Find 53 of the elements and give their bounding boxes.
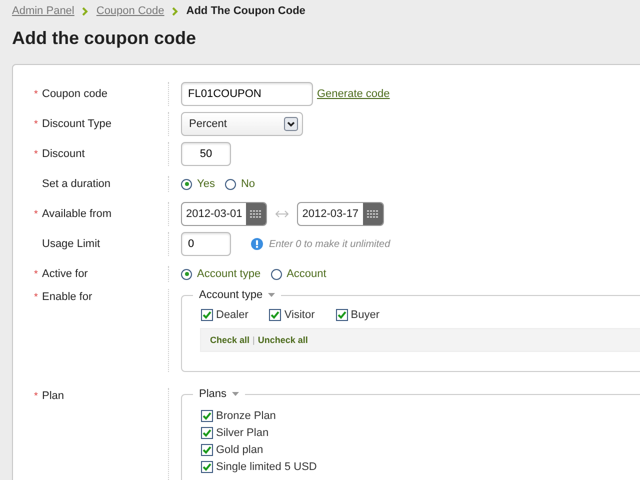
usage-limit-field[interactable]: 0 [181, 232, 231, 256]
bulk-action-link[interactable]: Check all [210, 335, 250, 345]
breadcrumb-current: Add The Coupon Code [186, 5, 306, 17]
radio-option[interactable]: Account [270, 268, 326, 280]
generate-code-link[interactable]: Generate code [317, 88, 390, 100]
chevron-icon [82, 6, 88, 16]
required-marker: * [34, 390, 39, 402]
coupon-code-field[interactable]: FL01COUPON [181, 82, 313, 106]
checkbox-option[interactable]: Single limited 5 USD [201, 461, 640, 473]
checkbox-option[interactable]: Visitor [269, 309, 315, 321]
field-label: Active for [42, 268, 88, 280]
required-marker: * [34, 118, 39, 130]
page-title: Add the coupon code [12, 27, 197, 49]
field-label: Set a duration [42, 178, 110, 190]
required-marker: * [34, 88, 39, 100]
checkbox-option[interactable]: Dealer [201, 309, 248, 321]
required-marker: * [34, 148, 39, 160]
radio-option[interactable]: Account type [181, 268, 261, 280]
discount-field[interactable]: 50 [181, 142, 231, 166]
field-label: Plan [42, 390, 64, 402]
field-label: Usage Limit [42, 238, 100, 250]
chevron-icon [172, 6, 178, 16]
double-arrow-icon [275, 210, 290, 218]
fieldset-legend[interactable]: Plans [199, 388, 227, 400]
required-marker: * [34, 208, 39, 220]
date-field[interactable]: 2012-03-17 [297, 202, 384, 226]
required-marker: * [34, 292, 39, 302]
checkbox-option[interactable]: Gold plan [201, 444, 640, 456]
date-field[interactable]: 2012-03-01 [181, 202, 268, 226]
fieldset-legend[interactable]: Account type [199, 289, 263, 301]
field-label: Coupon code [42, 88, 108, 100]
radio-option[interactable]: Yes [181, 178, 215, 190]
field-label: Discount [42, 148, 85, 160]
calendar-icon [250, 210, 262, 218]
radio-option[interactable]: No [224, 178, 256, 190]
info-icon [251, 238, 263, 250]
field-label: Enable for [42, 291, 92, 303]
checkbox-option[interactable]: Silver Plan [201, 427, 640, 439]
breadcrumb-link[interactable]: Admin Panel [12, 5, 74, 17]
separator: | [252, 335, 255, 345]
caret-icon [232, 392, 239, 396]
calendar-icon [366, 210, 379, 218]
hint-text: Enter 0 to make it unlimited [269, 238, 390, 250]
checkbox-option[interactable]: Bronze Plan [201, 410, 640, 422]
caret-icon [268, 293, 275, 297]
bulk-action-link[interactable]: Uncheck all [258, 335, 308, 345]
field-label: Discount Type [42, 118, 112, 130]
required-marker: * [34, 268, 39, 280]
field-label: Available from [42, 208, 112, 220]
checkbox-option[interactable]: Buyer [336, 309, 380, 321]
dropdown-caret-icon [284, 117, 298, 131]
discount-type-dropdown[interactable]: Percent [181, 112, 303, 136]
breadcrumb-link[interactable]: Coupon Code [96, 5, 164, 17]
